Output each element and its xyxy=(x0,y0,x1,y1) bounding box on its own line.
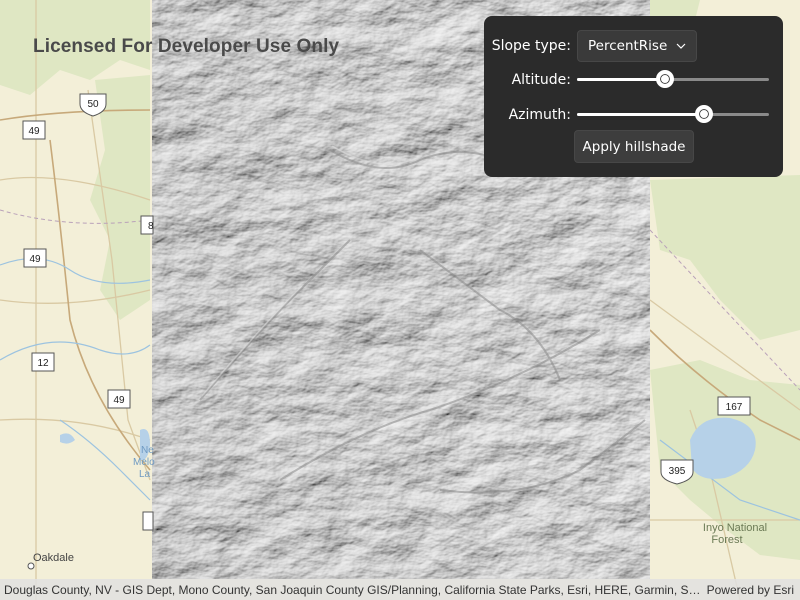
slope-type-value: PercentRise xyxy=(588,38,668,54)
svg-text:8: 8 xyxy=(148,221,154,232)
azimuth-fill xyxy=(577,113,704,116)
route-shield-ca-49-low: 49 xyxy=(107,389,131,409)
chevron-down-icon xyxy=(676,41,686,51)
place-inyo-line1: Inyo National xyxy=(703,522,767,534)
altitude-thumb[interactable] xyxy=(656,70,674,88)
slope-type-label: Slope type: xyxy=(491,38,571,54)
svg-text:50: 50 xyxy=(87,99,99,110)
route-shield-partial-low xyxy=(142,511,154,531)
route-shield-ca-12: 12 xyxy=(31,352,55,372)
slope-type-dropdown[interactable]: PercentRise xyxy=(577,30,697,62)
apply-hillshade-button[interactable]: Apply hillshade xyxy=(574,130,694,163)
developer-watermark: Licensed For Developer Use Only xyxy=(33,36,340,57)
attribution-text[interactable]: Douglas County, NV - GIS Dept, Mono Coun… xyxy=(4,583,704,597)
powered-by-esri[interactable]: Powered by Esri xyxy=(707,583,794,597)
svg-text:395: 395 xyxy=(669,466,686,477)
svg-text:12: 12 xyxy=(37,358,49,369)
hillshade-settings-panel: Slope type: PercentRise Altitude: Azimut… xyxy=(484,16,783,177)
place-inyo-line2: Forest xyxy=(711,534,742,546)
altitude-slider[interactable] xyxy=(577,69,769,89)
azimuth-thumb[interactable] xyxy=(695,105,713,123)
place-lake-partial-1: Ne xyxy=(141,445,154,456)
attribution-bar: Douglas County, NV - GIS Dept, Mono Coun… xyxy=(0,579,800,600)
place-lake-partial-3: La xyxy=(139,469,151,480)
svg-text:Oakdale: Oakdale xyxy=(33,552,74,564)
svg-text:49: 49 xyxy=(113,395,125,406)
svg-text:49: 49 xyxy=(29,254,41,265)
route-shield-partial: 8 xyxy=(140,215,154,235)
route-shield-ca-49-top: 49 xyxy=(22,120,46,140)
route-shield-ca-49-mid: 49 xyxy=(23,248,47,268)
place-lake-partial-2: Melo xyxy=(133,457,155,468)
svg-text:49: 49 xyxy=(28,126,40,137)
altitude-fill xyxy=(577,78,665,81)
azimuth-slider[interactable] xyxy=(577,104,769,124)
altitude-label: Altitude: xyxy=(511,72,571,88)
route-shield-ca-167: 167 xyxy=(717,396,751,416)
azimuth-label: Azimuth: xyxy=(508,107,571,123)
svg-text:167: 167 xyxy=(726,402,743,413)
